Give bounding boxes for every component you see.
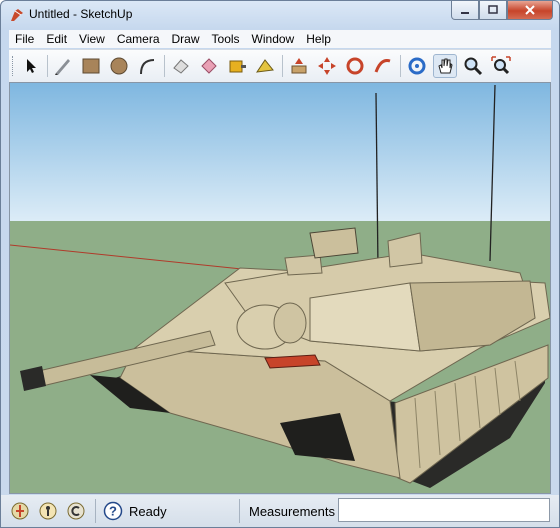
help-icon[interactable]: ? [103, 501, 123, 521]
pencil-icon [55, 59, 70, 75]
pushpull-tool-button[interactable] [287, 54, 311, 78]
tank-model-scene [10, 83, 550, 493]
paint-tool-button[interactable] [197, 54, 221, 78]
circle-tool-button[interactable] [107, 54, 131, 78]
menu-bar: File Edit View Camera Draw Tools Window … [9, 30, 551, 48]
svg-text:?: ? [109, 504, 117, 519]
select-icon [27, 59, 36, 73]
minimize-icon [461, 12, 469, 14]
main-toolbar [9, 49, 551, 83]
measurements-input[interactable] [338, 498, 550, 522]
zoom-extents-icon [491, 56, 511, 75]
arc-icon [140, 59, 155, 75]
move-icon [318, 57, 336, 75]
toolbar-separator [47, 55, 48, 77]
move-tool-button[interactable] [315, 54, 339, 78]
eraser-tool-button[interactable] [169, 54, 193, 78]
push-pull-icon [291, 58, 307, 74]
pan-icon [438, 58, 453, 74]
eraser-icon [173, 59, 189, 74]
offset-icon [374, 59, 391, 73]
menu-edit[interactable]: Edit [40, 32, 73, 46]
toolbar-separator [400, 55, 401, 77]
zoom-extents-button[interactable] [489, 54, 513, 78]
toolbar-separator [164, 55, 165, 77]
minimize-button[interactable] [451, 1, 479, 20]
menu-file[interactable]: File [9, 32, 40, 46]
menu-view[interactable]: View [73, 32, 111, 46]
menu-camera[interactable]: Camera [111, 32, 166, 46]
pencil-tool-button[interactable] [51, 54, 75, 78]
maximize-button[interactable] [479, 1, 507, 20]
sketchup-app-icon [11, 9, 23, 21]
title-bar[interactable]: Untitled - SketchUp [1, 1, 559, 29]
followme-tool-button[interactable] [253, 54, 277, 78]
geo-location-icon[interactable] [11, 502, 29, 520]
follow-me-icon [255, 59, 274, 73]
sketchup-window: Untitled - SketchUp File Edit View Camer… [0, 0, 560, 528]
status-divider [95, 499, 96, 523]
orbit-icon [408, 57, 426, 75]
close-button[interactable] [507, 1, 553, 20]
rotate-icon [346, 57, 364, 75]
status-text: Ready [129, 504, 167, 519]
menu-window[interactable]: Window [246, 32, 301, 46]
menu-tools[interactable]: Tools [206, 32, 246, 46]
zoom-tool-button[interactable] [461, 54, 485, 78]
offset-tool-button[interactable] [371, 54, 395, 78]
credits-icon[interactable] [39, 502, 57, 520]
rotate-tool-button[interactable] [343, 54, 367, 78]
tape-tool-button[interactable] [225, 54, 249, 78]
measurements-label: Measurements [249, 504, 335, 519]
close-icon [525, 5, 535, 15]
rectangle-icon [82, 58, 100, 74]
menu-draw[interactable]: Draw [166, 32, 206, 46]
sky-background [10, 83, 550, 221]
status-bar: ? Ready Measurements [1, 495, 559, 527]
model-viewport[interactable] [9, 82, 551, 494]
menu-help[interactable]: Help [300, 32, 337, 46]
toolbar-separator [282, 55, 283, 77]
status-divider [239, 499, 240, 523]
user-icon[interactable] [67, 502, 85, 520]
window-title: Untitled - SketchUp [29, 7, 133, 21]
zoom-icon [464, 57, 483, 76]
maximize-icon [488, 5, 498, 14]
select-tool-button[interactable] [19, 54, 43, 78]
roof-machine-gun [309, 227, 359, 259]
orbit-tool-button[interactable] [405, 54, 429, 78]
pan-tool-button[interactable] [433, 54, 457, 78]
paint-bucket-icon [201, 58, 217, 74]
circle-icon [110, 57, 128, 75]
rectangle-tool-button[interactable] [79, 54, 103, 78]
arc-tool-button[interactable] [135, 54, 159, 78]
tape-measure-icon [229, 60, 246, 73]
toolbar-grip[interactable] [12, 56, 16, 76]
